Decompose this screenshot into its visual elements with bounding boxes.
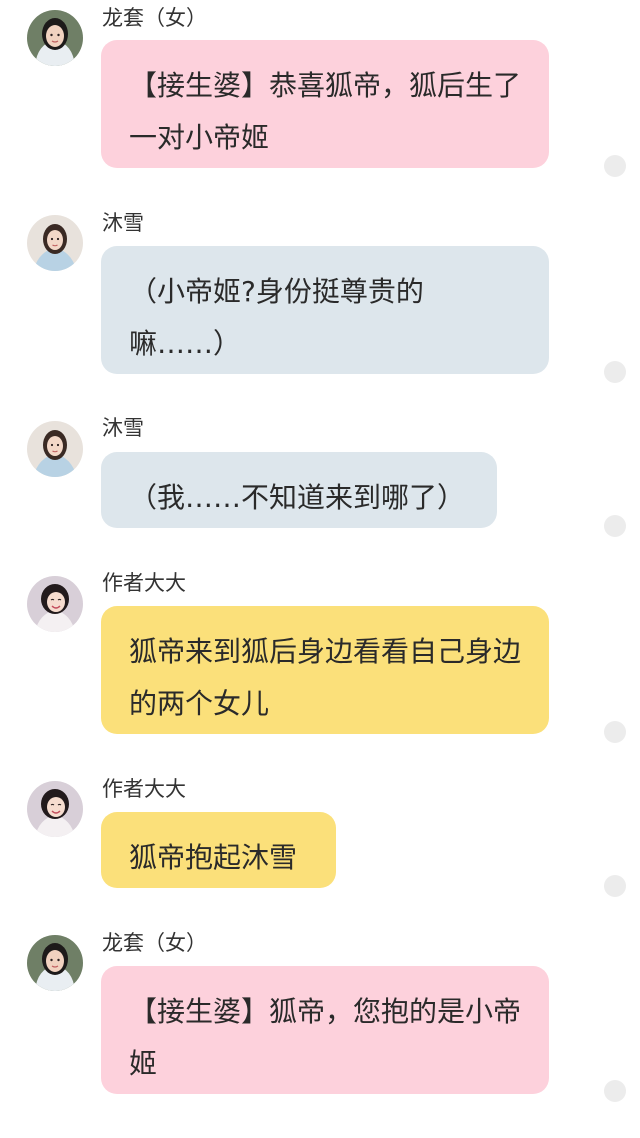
avatar-girl-dark-hair-icon[interactable] xyxy=(27,935,83,991)
read-indicator xyxy=(604,721,626,743)
sender-name: 龙套（女） xyxy=(102,6,207,30)
sender-name: 作者大大 xyxy=(102,571,186,595)
sender-name: 龙套（女） xyxy=(102,931,207,955)
chat-transcript: 龙套（女） 【接生婆】恭喜狐帝，狐后生了一对小帝姬 沐雪 （小帝姬?身份挺尊贵的… xyxy=(0,0,640,1138)
message-bubble[interactable]: 狐帝抱起沐雪 xyxy=(101,812,336,888)
read-indicator xyxy=(604,875,626,897)
avatar-girl-light-dress-icon[interactable] xyxy=(27,421,83,477)
avatar-girl-smiling-icon[interactable] xyxy=(27,781,83,837)
read-indicator xyxy=(604,361,626,383)
avatar-girl-light-dress-icon[interactable] xyxy=(27,215,83,271)
message-bubble[interactable]: （小帝姬?身份挺尊贵的嘛……） xyxy=(101,246,549,374)
message-bubble[interactable]: 狐帝来到狐后身边看看自己身边的两个女儿 xyxy=(101,606,549,734)
message-bubble[interactable]: 【接生婆】恭喜狐帝，狐后生了一对小帝姬 xyxy=(101,40,549,168)
read-indicator xyxy=(604,515,626,537)
avatar-girl-dark-hair-icon[interactable] xyxy=(27,10,83,66)
read-indicator xyxy=(604,1080,626,1102)
message-bubble[interactable]: （我……不知道来到哪了） xyxy=(101,452,497,528)
message-bubble[interactable]: 【接生婆】狐帝，您抱的是小帝姬 xyxy=(101,966,549,1094)
avatar-girl-smiling-icon[interactable] xyxy=(27,576,83,632)
sender-name: 作者大大 xyxy=(102,777,186,801)
sender-name: 沐雪 xyxy=(102,416,144,440)
sender-name: 沐雪 xyxy=(102,211,144,235)
read-indicator xyxy=(604,155,626,177)
